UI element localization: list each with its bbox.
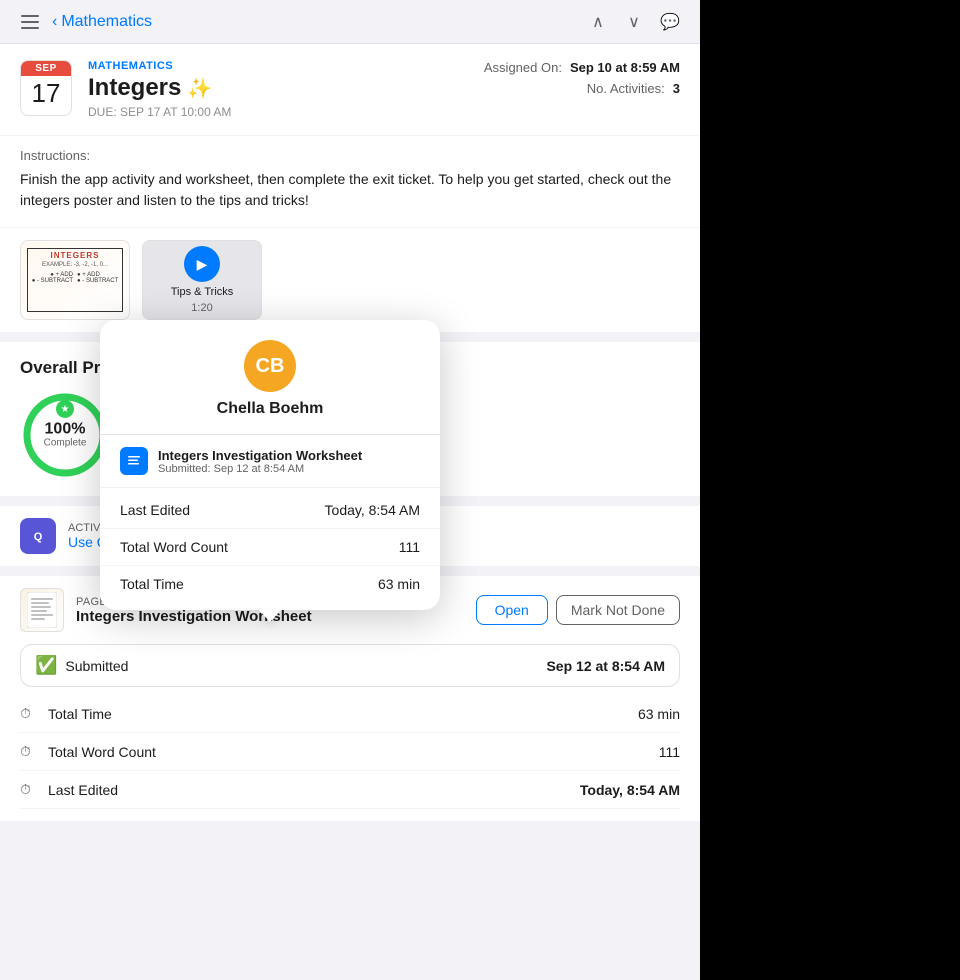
popup-last-edited-row: Last Edited Today, 8:54 AM [100, 492, 440, 529]
subject-label: MATHEMATICS [88, 60, 468, 72]
popup-word-count-label: Total Word Count [120, 539, 399, 555]
popup-total-time-label: Total Time [120, 576, 378, 592]
popup-doc-submitted: Submitted: Sep 12 at 8:54 AM [158, 463, 362, 475]
assignment-header: SEP 17 MATHEMATICS Integers ✨ DUE: SEP 1… [0, 44, 700, 135]
word-count-icon: ⏱ [20, 743, 40, 760]
popup-word-count-row: Total Word Count 111 [100, 529, 440, 566]
instructions-text: Finish the app activity and worksheet, t… [20, 169, 680, 211]
pages-document-thumbnail [20, 588, 64, 632]
assigned-on-label: Assigned On: [484, 60, 562, 75]
popup-total-time-value: 63 min [378, 576, 420, 592]
tips-tricks-video-attachment[interactable]: ▶ Tips & Tricks 1:20 [142, 240, 262, 320]
last-edited-row: ⏱ Last Edited Today, 8:54 AM [20, 771, 680, 809]
back-label: Mathematics [61, 13, 152, 31]
popup-word-count-value: 111 [399, 539, 420, 555]
right-panel [700, 0, 960, 980]
submitted-label: Submitted [65, 658, 546, 674]
no-activities-label: No. Activities: [587, 81, 665, 96]
instructions-label: Instructions: [20, 148, 680, 163]
assignment-meta: Assigned On: Sep 10 at 8:59 AM No. Activ… [484, 60, 680, 96]
open-button[interactable]: Open [476, 595, 548, 625]
pages-document-section: PAGES DOCUMENT Integers Investigation Wo… [0, 576, 700, 821]
popup-username: Chella Boehm [217, 400, 324, 418]
chevron-up-icon: ∧ [592, 12, 604, 32]
calendar-day: 17 [32, 76, 61, 108]
popup-last-edited-label: Last Edited [120, 502, 325, 518]
total-time-label: Total Time [48, 706, 638, 722]
instructions-section: Instructions: Finish the app activity an… [0, 136, 700, 227]
back-button[interactable]: ‹ Mathematics [52, 13, 152, 31]
sparkle-icon: ✨ [187, 76, 212, 101]
progress-percent: 100% [44, 422, 87, 438]
chevron-left-icon: ‹ [52, 13, 57, 31]
word-count-row: ⏱ Total Word Count 111 [20, 733, 680, 771]
mark-not-done-button[interactable]: Mark Not Done [556, 595, 680, 625]
popup-doc-title: Integers Investigation Worksheet [158, 448, 362, 463]
popup-pages-icon [120, 447, 148, 475]
popup-stats: Last Edited Today, 8:54 AM Total Word Co… [100, 488, 440, 610]
chevron-down-icon: ∨ [628, 12, 640, 32]
student-details-popup: CB Chella Boehm Integers Investigation W… [100, 320, 440, 610]
submitted-row: ✅ Submitted Sep 12 at 8:54 AM [20, 644, 680, 687]
popup-user-info: CB Chella Boehm [100, 340, 440, 435]
comment-icon: 💬 [660, 12, 680, 32]
popup-total-time-row: Total Time 63 min [100, 566, 440, 602]
submitted-check-icon: ✅ [35, 655, 57, 676]
clock-icon: ⏱ [20, 705, 40, 722]
video-title: Tips & Tricks [171, 286, 234, 298]
total-time-row: ⏱ Total Time 63 min [20, 695, 680, 733]
video-duration: 1:20 [191, 302, 212, 314]
attachments-row: INTEGERS EXAMPLE: -3, -2, -1, 0... ● + A… [0, 228, 700, 332]
star-badge: ★ [56, 400, 74, 418]
word-count-label: Total Word Count [48, 744, 659, 760]
svg-text:Q: Q [34, 531, 43, 543]
total-time-value: 63 min [638, 706, 680, 722]
calendar-month: SEP [21, 61, 71, 76]
sidebar-toggle-button[interactable] [16, 8, 44, 36]
due-date: DUE: SEP 17 AT 10:00 AM [88, 105, 468, 119]
last-edited-icon: ⏱ [20, 781, 40, 798]
assigned-on-value: Sep 10 at 8:59 AM [570, 60, 680, 75]
play-icon: ▶ [184, 246, 220, 282]
nav-up-button[interactable]: ∧ [584, 8, 612, 36]
popup-last-edited-value: Today, 8:54 AM [325, 502, 420, 518]
progress-complete-label: Complete [44, 438, 87, 449]
assignment-title: Integers ✨ [88, 74, 468, 102]
nav-down-button[interactable]: ∨ [620, 8, 648, 36]
activity-icon: Q [20, 518, 56, 554]
no-activities-value: 3 [673, 81, 680, 96]
word-count-value: 111 [659, 744, 680, 760]
comment-button[interactable]: 💬 [656, 8, 684, 36]
last-edited-value: Today, 8:54 AM [580, 782, 680, 798]
popup-doc-row: Integers Investigation Worksheet Submitt… [100, 435, 440, 488]
progress-ring: ★ 100% Complete [20, 390, 110, 480]
popup-arrow [258, 609, 282, 622]
avatar: CB [244, 340, 296, 392]
last-edited-label: Last Edited [48, 782, 580, 798]
submitted-date: Sep 12 at 8:54 AM [546, 658, 665, 674]
calendar-icon: SEP 17 [20, 60, 72, 116]
integers-poster-attachment[interactable]: INTEGERS EXAMPLE: -3, -2, -1, 0... ● + A… [20, 240, 130, 320]
